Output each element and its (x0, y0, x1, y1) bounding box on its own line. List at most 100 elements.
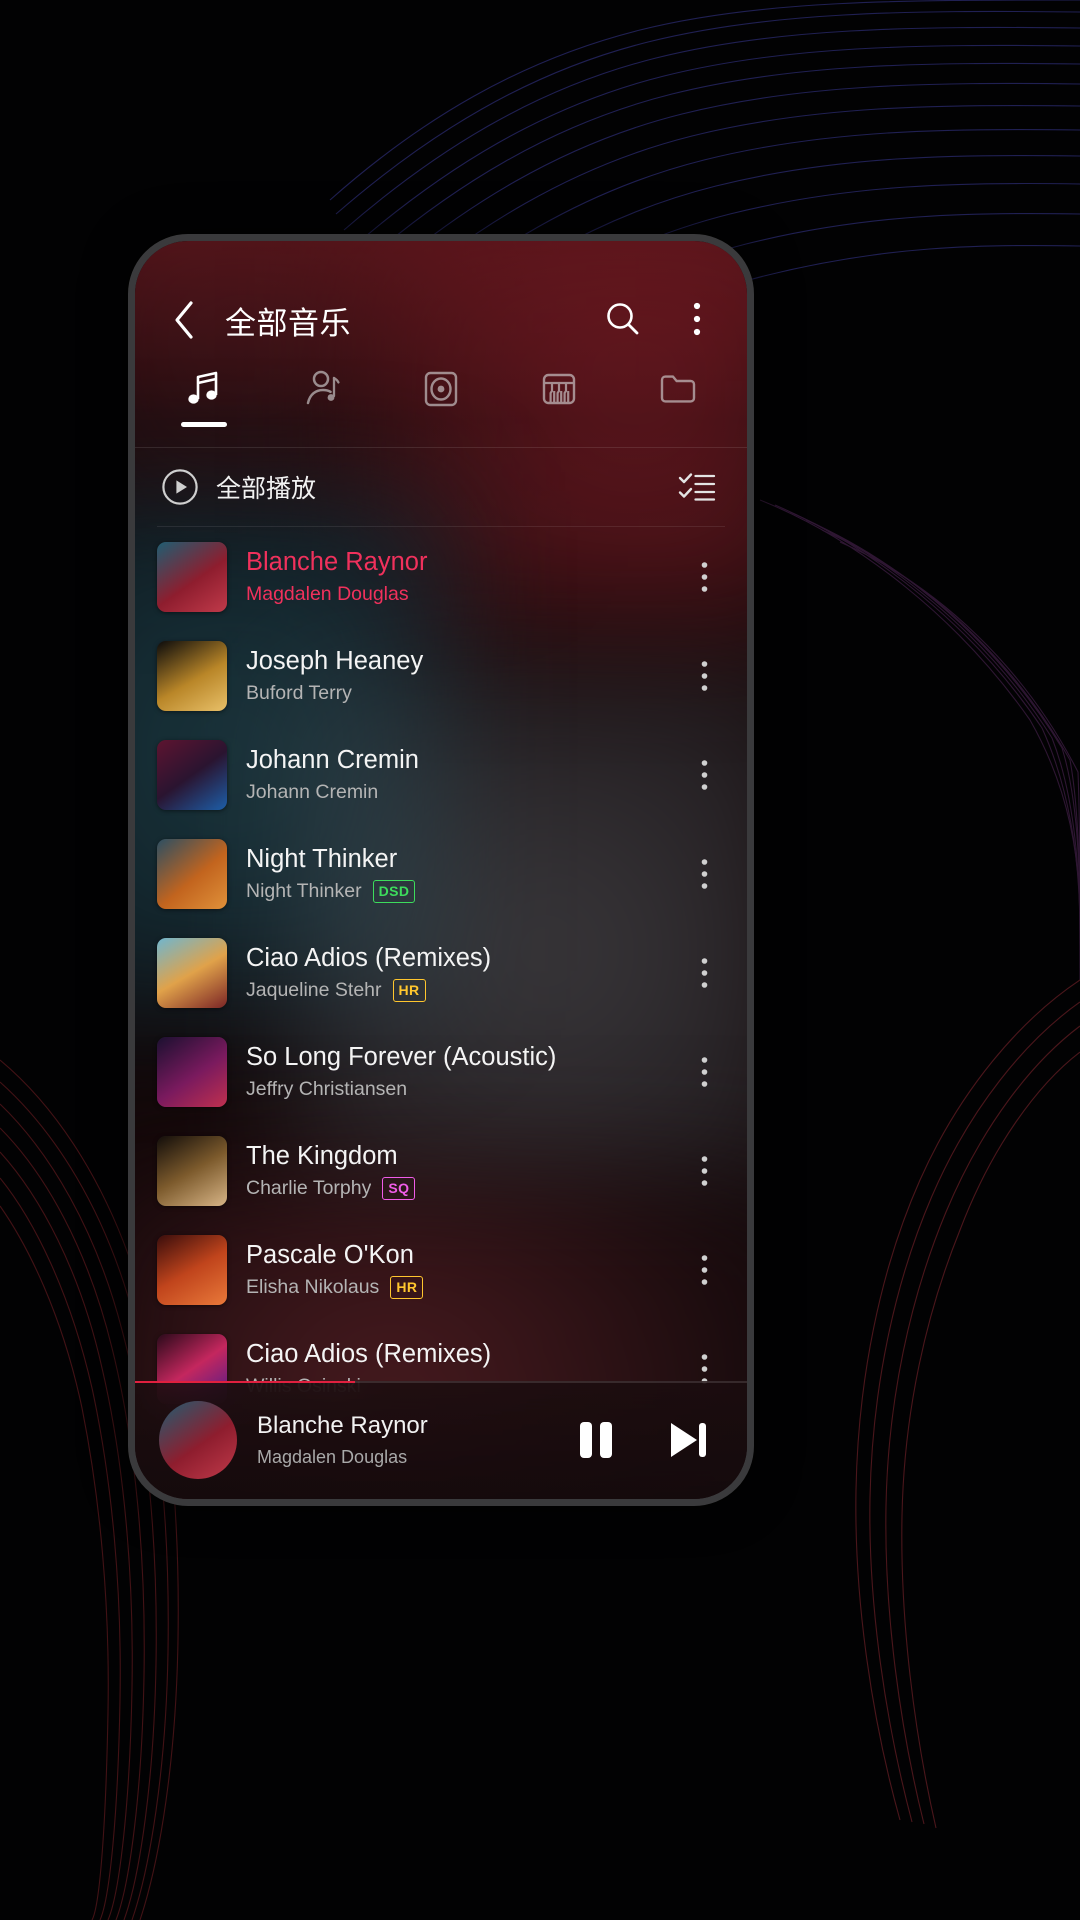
tab-artists[interactable] (263, 367, 381, 427)
song-list-item[interactable]: Johann Cremin Johann Cremin (135, 725, 747, 824)
song-overflow-button[interactable] (681, 542, 727, 612)
song-overflow-button[interactable] (681, 641, 727, 711)
mini-player-artist: Magdalen Douglas (257, 1447, 408, 1467)
more-vertical-icon (701, 957, 707, 988)
album-art (157, 1234, 227, 1305)
album-art (157, 838, 227, 909)
multiselect-button[interactable] (673, 463, 721, 511)
quality-badge: HR (390, 1275, 424, 1299)
song-overflow-button[interactable] (681, 839, 727, 909)
chevron-left-icon (175, 301, 193, 339)
tab-genres[interactable] (500, 367, 618, 427)
song-title: Ciao Adios (Remixes) (246, 1339, 492, 1368)
song-meta: Night Thinker Night Thinker DSD (246, 845, 662, 903)
song-title: Ciao Adios (Remixes) (246, 943, 492, 972)
song-title: Pascale O'Kon (246, 1240, 414, 1269)
pause-icon (580, 1422, 612, 1458)
song-meta: Joseph Heaney Buford Terry (246, 647, 662, 705)
piano-keys-icon-wrap (537, 367, 581, 411)
more-vertical-icon (693, 302, 701, 336)
album-disc-icon (424, 371, 458, 407)
piano-keys-icon (543, 373, 576, 405)
song-meta: Blanche Raynor Magdalen Douglas (246, 548, 662, 606)
quality-badge: SQ (382, 1176, 416, 1200)
search-button[interactable] (599, 295, 647, 343)
song-artist: Magdalen Douglas (246, 582, 409, 605)
back-button[interactable] (161, 297, 207, 343)
tab-indicator-placeholder (655, 422, 701, 427)
music-note-icon-wrap (182, 367, 226, 411)
quality-badge: HR (392, 978, 426, 1002)
mini-player-album-art[interactable] (159, 1401, 237, 1479)
song-overflow-button[interactable] (681, 938, 727, 1008)
playback-progress-track[interactable] (135, 1381, 747, 1383)
music-note-icon (188, 371, 218, 404)
song-artist: Charlie Torphy (246, 1176, 372, 1199)
mini-player-controls (567, 1411, 717, 1469)
album-art (157, 937, 227, 1008)
song-overflow-button[interactable] (681, 1037, 727, 1107)
song-list-item[interactable]: Joseph Heaney Buford Terry (135, 626, 747, 725)
tab-albums[interactable] (382, 367, 500, 427)
song-list-item[interactable]: So Long Forever (Acoustic) Jeffry Christ… (135, 1022, 747, 1121)
song-overflow-button[interactable] (681, 740, 727, 810)
folder-icon-wrap (656, 367, 700, 411)
song-title: Johann Cremin (246, 745, 419, 774)
song-list-item[interactable]: Blanche Raynor Magdalen Douglas (135, 527, 747, 626)
song-subtitle: Jeffry Christiansen (246, 1078, 662, 1101)
mini-player-meta: Blanche Raynor Magdalen Douglas (257, 1412, 547, 1468)
song-overflow-button[interactable] (681, 1136, 727, 1206)
overflow-menu-button[interactable] (673, 295, 721, 343)
tab-songs[interactable] (145, 367, 263, 427)
phone-screen: 全部音乐 全部播放 Blanche Raynor Magdalen Dougla… (135, 241, 747, 1499)
song-list[interactable]: Blanche Raynor Magdalen Douglas Joseph H… (135, 527, 747, 1418)
song-meta: The Kingdom Charlie Torphy SQ (246, 1142, 662, 1200)
more-vertical-icon (701, 561, 707, 592)
album-art (157, 739, 227, 810)
tab-indicator-placeholder (536, 422, 582, 427)
category-tab-bar (135, 361, 747, 447)
more-vertical-icon (701, 759, 707, 790)
pause-button[interactable] (567, 1411, 625, 1469)
more-vertical-icon (701, 1254, 707, 1285)
phone-device-frame: 全部音乐 全部播放 Blanche Raynor Magdalen Dougla… (128, 234, 754, 1506)
folder-icon (660, 375, 696, 403)
song-artist: Jaqueline Stehr (246, 978, 382, 1001)
more-vertical-icon (701, 660, 707, 691)
tab-folders[interactable] (619, 367, 737, 427)
song-artist: Night Thinker (246, 879, 362, 902)
quality-badge: DSD (372, 879, 416, 903)
album-art (157, 541, 227, 612)
album-art (157, 1135, 227, 1206)
song-meta: Johann Cremin Johann Cremin (246, 746, 662, 804)
song-list-item[interactable]: Ciao Adios (Remixes) Jaqueline Stehr HR (135, 923, 747, 1022)
song-list-item[interactable]: Pascale O'Kon Elisha Nikolaus HR (135, 1220, 747, 1319)
next-track-button[interactable] (659, 1411, 717, 1469)
header-actions (599, 295, 721, 343)
play-all-row: 全部播放 (135, 448, 747, 526)
play-all-button[interactable]: 全部播放 (161, 468, 673, 506)
artist-icon (306, 370, 340, 405)
song-list-item[interactable]: The Kingdom Charlie Torphy SQ (135, 1121, 747, 1220)
play-circle-icon (162, 469, 198, 505)
album-art (157, 640, 227, 711)
song-list-item[interactable]: Night Thinker Night Thinker DSD (135, 824, 747, 923)
mini-player-bar[interactable]: Blanche Raynor Magdalen Douglas (135, 1381, 747, 1499)
tab-indicator-placeholder (300, 422, 346, 427)
song-meta: Pascale O'Kon Elisha Nikolaus HR (246, 1241, 662, 1299)
song-subtitle: Buford Terry (246, 682, 662, 705)
song-artist: Jeffry Christiansen (246, 1077, 408, 1100)
song-title: The Kingdom (246, 1141, 398, 1170)
song-overflow-button[interactable] (681, 1235, 727, 1305)
app-header: 全部音乐 (135, 241, 747, 361)
song-subtitle: Night Thinker DSD (246, 879, 662, 903)
play-all-label: 全部播放 (216, 475, 317, 503)
album-disc-icon-wrap (419, 367, 463, 411)
song-meta: Ciao Adios (Remixes) Jaqueline Stehr HR (246, 944, 662, 1002)
mini-player-title: Blanche Raynor (257, 1412, 428, 1439)
song-subtitle: Charlie Torphy SQ (246, 1176, 662, 1200)
skip-next-icon (671, 1423, 706, 1457)
page-title: 全部音乐 (225, 306, 351, 341)
album-art (157, 1036, 227, 1107)
song-title: Joseph Heaney (246, 646, 424, 675)
